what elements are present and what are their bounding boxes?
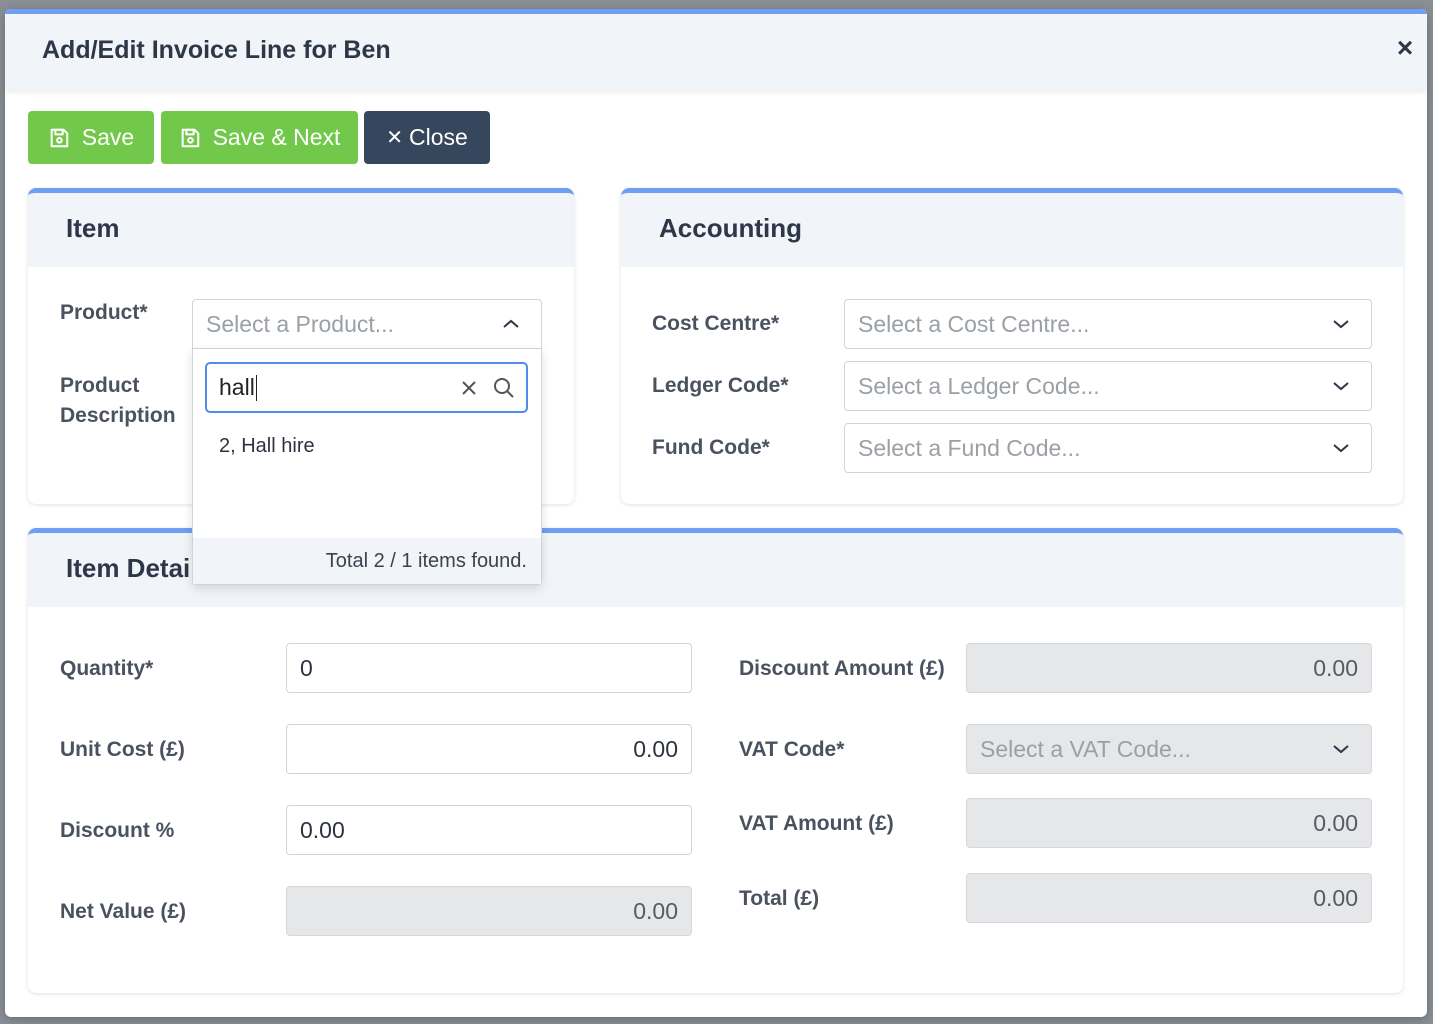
save-button[interactable]: Save: [28, 111, 154, 164]
item-card-title: Item: [66, 213, 120, 243]
save-next-button-label: Save & Next: [212, 124, 341, 150]
cost-centre-label: Cost Centre*: [652, 312, 780, 335]
ledger-code-placeholder: Select a Ledger Code...: [858, 372, 1100, 399]
discount-amount-field: 0.00: [966, 643, 1372, 693]
unit-cost-value: 0.00: [633, 735, 678, 762]
product-search-value: hall: [219, 374, 255, 400]
fund-code-select[interactable]: Select a Fund Code...: [844, 423, 1372, 473]
unit-cost-label: Unit Cost (£): [60, 738, 185, 761]
product-search-input[interactable]: hall: [205, 362, 528, 413]
discount-amount-value: 0.00: [1313, 654, 1358, 681]
vat-amount-value: 0.00: [1313, 809, 1358, 836]
net-value-value: 0.00: [633, 897, 678, 924]
fund-code-label: Fund Code*: [652, 436, 770, 459]
accounting-card-header: Accounting: [621, 193, 1403, 267]
close-icon: ✕: [386, 127, 403, 149]
accounting-card: Accounting Cost Centre* Select a Cost Ce…: [621, 188, 1403, 504]
discount-amount-label: Discount Amount (£): [739, 657, 945, 680]
vat-code-label: VAT Code*: [739, 738, 845, 761]
net-value-label: Net Value (£): [60, 900, 187, 923]
total-value: 0.00: [1313, 884, 1358, 911]
discount-percent-label: Discount %: [60, 819, 175, 842]
item-details-card: Item Detai Quantity* 0 Unit Cost (£) 0.0…: [28, 528, 1403, 993]
quantity-input[interactable]: 0: [286, 643, 692, 693]
close-icon[interactable]: ×: [1391, 34, 1419, 62]
product-dropdown-footer: Total 2 / 1 items found.: [193, 538, 541, 584]
modal-header: Add/Edit Invoice Line for Ben ×: [5, 9, 1427, 89]
discount-percent-input[interactable]: 0.00: [286, 805, 692, 855]
quantity-label: Quantity*: [60, 657, 154, 680]
net-value-field: 0.00: [286, 886, 692, 936]
text-caret: [255, 374, 257, 401]
chevron-up-icon: [503, 319, 519, 328]
total-label: Total (£): [739, 887, 820, 910]
unit-cost-input[interactable]: 0.00: [286, 724, 692, 774]
vat-code-select[interactable]: Select a VAT Code...: [966, 724, 1372, 774]
save-next-button[interactable]: Save & Next: [161, 111, 358, 164]
clear-icon[interactable]: [460, 379, 478, 397]
fund-code-placeholder: Select a Fund Code...: [858, 434, 1081, 461]
modal-title: Add/Edit Invoice Line for Ben: [42, 36, 391, 64]
ledger-code-select[interactable]: Select a Ledger Code...: [844, 361, 1372, 411]
search-icon[interactable]: [492, 376, 516, 400]
vat-amount-field: 0.00: [966, 798, 1372, 848]
discount-percent-value: 0.00: [300, 816, 345, 843]
chevron-down-icon: [1333, 320, 1349, 329]
product-dropdown: hall 2, Hall hire Total 2 / 1 items foun…: [192, 348, 542, 585]
product-label: Product*: [60, 301, 148, 324]
product-option[interactable]: 2, Hall hire: [219, 435, 315, 458]
invoice-line-modal: Add/Edit Invoice Line for Ben × Save Sav…: [5, 9, 1427, 1017]
item-details-title: Item Detai: [66, 553, 191, 583]
save-button-label: Save: [81, 124, 135, 150]
quantity-value: 0: [300, 654, 313, 681]
chevron-down-icon: [1333, 745, 1349, 754]
product-placeholder: Select a Product...: [206, 310, 394, 337]
save-icon: [181, 128, 199, 147]
product-description-label: Product Description: [60, 374, 176, 427]
total-field: 0.00: [966, 873, 1372, 923]
accounting-card-title: Accounting: [659, 213, 802, 243]
cost-centre-placeholder: Select a Cost Centre...: [858, 310, 1090, 337]
close-button[interactable]: ✕ Close: [364, 111, 490, 164]
item-card-header: Item: [28, 193, 574, 267]
vat-amount-label: VAT Amount (£): [739, 812, 894, 835]
chevron-down-icon: [1333, 444, 1349, 453]
close-button-label: Close: [408, 124, 468, 150]
cost-centre-select[interactable]: Select a Cost Centre...: [844, 299, 1372, 349]
ledger-code-label: Ledger Code*: [652, 374, 789, 397]
save-icon: [50, 128, 69, 147]
chevron-down-icon: [1333, 382, 1349, 391]
product-select[interactable]: Select a Product...: [192, 299, 542, 349]
vat-code-placeholder: Select a VAT Code...: [980, 735, 1191, 762]
